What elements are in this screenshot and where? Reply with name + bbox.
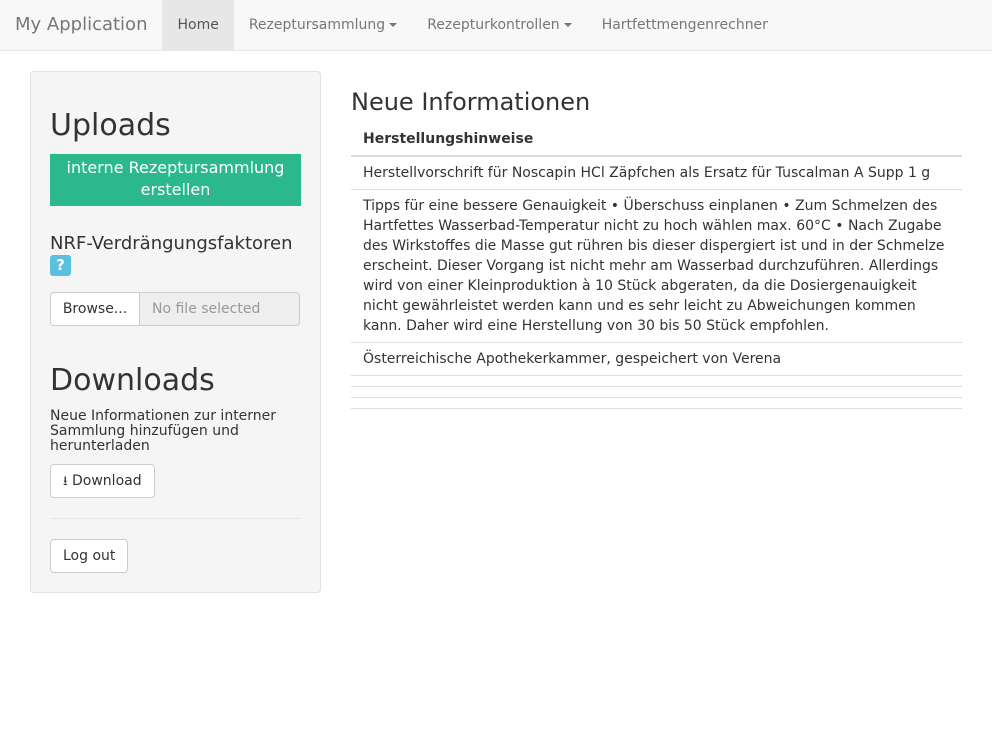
table-row: Österreichische Apothekerkammer, gespeic… [351,343,962,376]
table-row-empty [351,387,962,398]
nrf-label-text: NRF-Verdrängungsfaktoren [50,233,293,254]
nrf-label: NRF-Verdrängungsfaktoren? [50,233,293,276]
uploads-title: Uploads [50,108,171,143]
nav-rezepturkontrollen[interactable]: Rezepturkontrollen [412,0,587,50]
brand[interactable]: My Application [0,0,162,50]
nav-rezeptursammlung[interactable]: Rezeptursammlung [234,0,412,50]
divider [50,518,301,519]
nav-hartfettmengenrechner[interactable]: Hartfettmengenrechner [587,0,783,50]
caret-down-icon [389,23,398,27]
table-row-empty [351,398,962,409]
download-label: Download [72,473,142,489]
nav-label: Rezeptursammlung [248,17,386,33]
browse-button[interactable]: Browse... [50,292,140,326]
file-input[interactable]: Browse... No file selected [50,292,300,326]
nav-label: Rezepturkontrollen [427,17,560,33]
table-row: Tipps für eine bessere Genauigkeit • Übe… [351,190,962,343]
navbar: My Application Home Rezeptursammlung Rez… [0,0,992,51]
nav-home[interactable]: Home [162,0,234,50]
logout-button[interactable]: Log out [50,539,129,573]
downloads-description: Neue Informationen zur interner Sammlung… [50,408,277,454]
help-icon[interactable]: ? [50,255,71,276]
sidebar-panel: Uploads interne Rezeptursammlung erstell… [30,71,321,593]
table-row-empty [351,376,962,387]
table-row: Herstellvorschrift für Noscapin HCl Zäpf… [351,157,962,190]
table-header: Herstellungshinweise [351,126,962,157]
page-title: Neue Informationen [351,88,591,116]
download-button[interactable]: ⭳ Download [50,464,155,498]
downloads-title: Downloads [50,363,215,398]
create-collection-button[interactable]: interne Rezeptursammlung erstellen [50,154,301,206]
download-icon: ⭳ [63,474,68,489]
file-name-field: No file selected [140,292,300,326]
main-content: Neue Informationen Herstellungshinweise … [351,88,962,409]
caret-down-icon [563,23,572,27]
